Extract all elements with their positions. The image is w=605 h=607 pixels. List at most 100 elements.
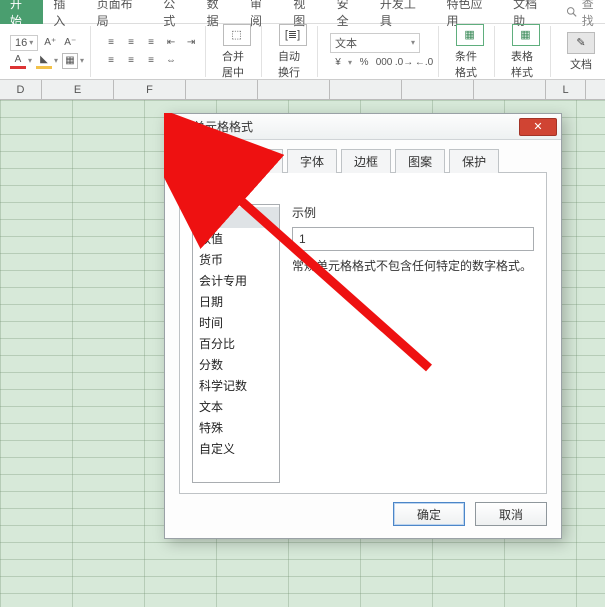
category-item[interactable]: 常规	[193, 207, 279, 228]
category-item[interactable]: 货币	[193, 249, 279, 270]
column-header[interactable]	[402, 80, 474, 99]
ribbon: 16▾ A⁺ A⁻ A▾ ◣▾ ▦▾ ≡ ≡ ≡ ⇤ ⇥ ≡ ≡ ≡ ⇔ ⬚ 合…	[0, 24, 605, 80]
conditional-format-label: 条件格式	[455, 48, 484, 80]
tab-start[interactable]: 开始	[0, 0, 43, 24]
ok-button[interactable]: 确定	[393, 502, 465, 526]
tab-border[interactable]: 边框	[341, 149, 391, 173]
tab-pattern[interactable]: 图案	[395, 149, 445, 173]
table-style-button[interactable]: ▦ 表格样式	[507, 24, 544, 80]
decrease-decimal-icon[interactable]: ←.0	[416, 55, 432, 71]
column-header[interactable]	[474, 80, 546, 99]
auto-wrap-icon: [≣]	[279, 24, 307, 46]
category-item[interactable]: 百分比	[193, 333, 279, 354]
merge-center-button[interactable]: ⬚ 合并居中	[218, 24, 255, 80]
tab-number[interactable]: 数字	[179, 149, 229, 173]
menu-view[interactable]: 视图	[283, 0, 326, 24]
format-description: 常规单元格格式不包含任何特定的数字格式。	[292, 257, 534, 274]
text-group-label: 文档	[570, 56, 592, 72]
ribbon-text-group: ✎ 文档	[557, 26, 605, 77]
font-size-selector[interactable]: 16▾	[10, 35, 38, 51]
category-item[interactable]: 文本	[193, 396, 279, 417]
dialog-body: 分类(C): 常规数值货币会计专用日期时间百分比分数科学记数文本特殊自定义 示例…	[179, 172, 547, 494]
column-header[interactable]: L	[546, 80, 586, 99]
menu-formula[interactable]: 公式	[153, 0, 196, 24]
category-item[interactable]: 自定义	[193, 438, 279, 459]
close-button[interactable]: ✕	[519, 118, 557, 136]
auto-wrap-button[interactable]: [≣] 自动换行	[274, 24, 311, 80]
ribbon-table-style-group: ▦ 表格样式	[501, 26, 551, 77]
menu-data[interactable]: 数据	[197, 0, 240, 24]
column-header[interactable]	[258, 80, 330, 99]
ribbon-wrap-group: [≣] 自动换行	[268, 26, 318, 77]
search-box[interactable]: 查找	[558, 0, 605, 29]
column-header[interactable]	[330, 80, 402, 99]
increase-font-icon[interactable]: A⁺	[42, 35, 58, 51]
table-style-label: 表格样式	[511, 48, 540, 80]
number-format-selector[interactable]: 文本▾	[330, 33, 420, 53]
sample-label: 示例	[292, 204, 534, 221]
dialog-titlebar[interactable]: S 单元格格式 ✕	[165, 114, 561, 140]
column-header[interactable]	[186, 80, 258, 99]
percent-icon[interactable]: %	[356, 55, 372, 71]
menu-page-layout[interactable]: 页面布局	[87, 0, 154, 24]
font-color-icon: A	[10, 53, 26, 69]
menu-insert[interactable]: 插入	[43, 0, 86, 24]
align-bottom-icon[interactable]: ≡	[143, 35, 159, 51]
merge-center-label: 合并居中	[222, 48, 251, 80]
category-item[interactable]: 时间	[193, 312, 279, 333]
increase-decimal-icon[interactable]: .0→	[396, 55, 412, 71]
category-item[interactable]: 特殊	[193, 417, 279, 438]
currency-icon: ¥	[330, 55, 346, 71]
menu-review[interactable]: 审阅	[240, 0, 283, 24]
fill-color-button[interactable]: ◣▾	[36, 53, 58, 69]
ribbon-merge-group: ⬚ 合并居中	[212, 26, 262, 77]
decrease-font-icon[interactable]: A⁻	[62, 35, 78, 51]
tab-alignment[interactable]: 对齐	[233, 149, 283, 173]
tab-protect[interactable]: 保护	[449, 149, 499, 173]
merge-center-icon: ⬚	[223, 24, 251, 46]
comma-icon[interactable]: 000	[376, 55, 392, 71]
conditional-format-button[interactable]: ▦ 条件格式	[451, 24, 488, 80]
border-icon: ▦	[62, 53, 78, 69]
menu-security[interactable]: 安全	[327, 0, 370, 24]
bucket-icon: ◣	[36, 53, 52, 69]
category-item[interactable]: 会计专用	[193, 270, 279, 291]
menu-doc-assist[interactable]: 文档助	[503, 0, 558, 24]
column-header[interactable]: E	[42, 80, 114, 99]
search-label: 查找	[582, 0, 605, 29]
table-style-icon: ▦	[512, 24, 540, 46]
indent-left-icon[interactable]: ⇤	[163, 35, 179, 51]
category-item[interactable]: 分数	[193, 354, 279, 375]
ribbon-cond-format-group: ▦ 条件格式	[445, 26, 495, 77]
conditional-format-icon: ▦	[456, 24, 484, 46]
column-header[interactable]: D	[0, 80, 42, 99]
align-center-icon[interactable]: ≡	[123, 53, 139, 69]
border-button[interactable]: ▦▾	[62, 53, 84, 69]
dialog-tabs: 数字 对齐 字体 边框 图案 保护	[165, 140, 561, 172]
search-icon	[566, 6, 578, 18]
menu-bar: 开始 插入 页面布局 公式 数据 审阅 视图 安全 开发工具 特色应用 文档助 …	[0, 0, 605, 24]
text-group-button[interactable]: ✎ 文档	[563, 32, 599, 72]
align-right-icon[interactable]: ≡	[143, 53, 159, 69]
category-list[interactable]: 常规数值货币会计专用日期时间百分比分数科学记数文本特殊自定义	[192, 204, 280, 483]
auto-wrap-label: 自动换行	[278, 48, 307, 80]
menu-special-apps[interactable]: 特色应用	[437, 0, 504, 24]
category-item[interactable]: 科学记数	[193, 375, 279, 396]
cell-format-dialog: S 单元格格式 ✕ 数字 对齐 字体 边框 图案 保护 分类(C): 常规数值货…	[164, 113, 562, 539]
currency-button[interactable]: ¥▾	[330, 55, 352, 71]
category-item[interactable]: 数值	[193, 228, 279, 249]
align-middle-icon[interactable]: ≡	[123, 35, 139, 51]
app-icon: S	[171, 119, 187, 135]
category-item[interactable]: 日期	[193, 291, 279, 312]
align-top-icon[interactable]: ≡	[103, 35, 119, 51]
indent-right-icon[interactable]: ⇥	[183, 35, 199, 51]
column-headers: DEF L	[0, 80, 605, 100]
tab-font[interactable]: 字体	[287, 149, 337, 173]
menu-dev-tools[interactable]: 开发工具	[370, 0, 437, 24]
merge-across-icon[interactable]: ⇔	[163, 53, 179, 69]
column-header[interactable]: F	[114, 80, 186, 99]
font-color-button[interactable]: A▾	[10, 53, 32, 69]
align-left-icon[interactable]: ≡	[103, 53, 119, 69]
cancel-button[interactable]: 取消	[475, 502, 547, 526]
ribbon-align-group: ≡ ≡ ≡ ⇤ ⇥ ≡ ≡ ≡ ⇔	[97, 26, 206, 77]
